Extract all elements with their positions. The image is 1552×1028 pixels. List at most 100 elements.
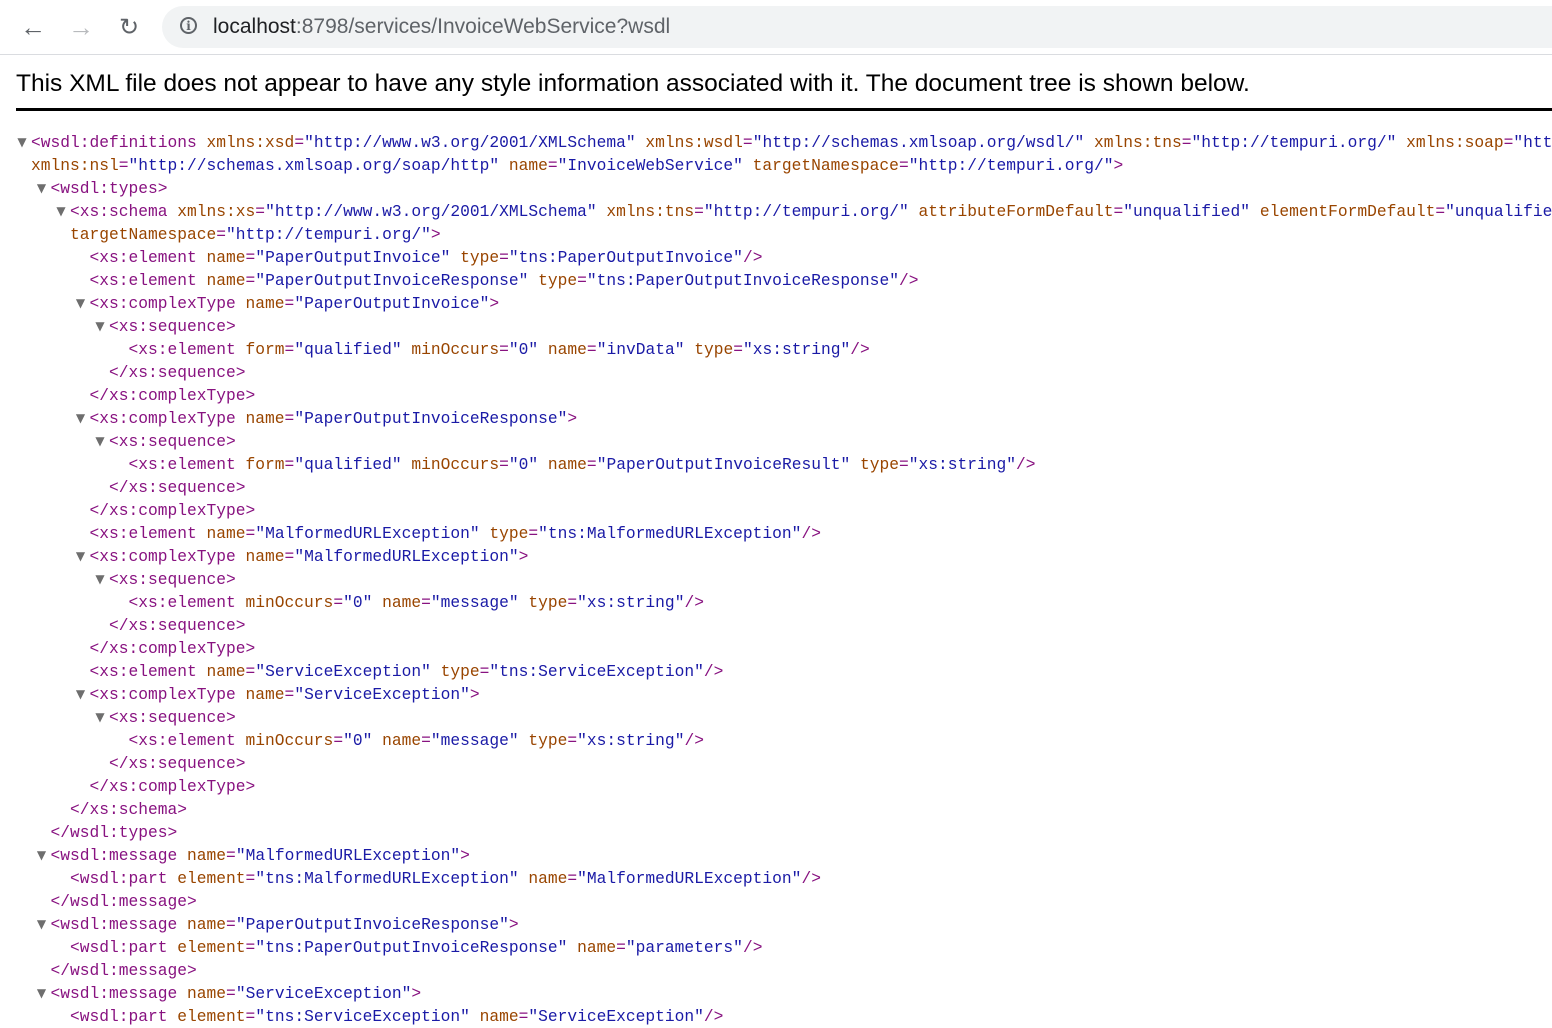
equals-sign: = [255, 202, 266, 221]
tag-end: /> [801, 524, 821, 543]
equals-sign: = [216, 225, 227, 244]
equals-sign: = [528, 524, 539, 543]
equals-sign: = [226, 915, 236, 934]
xml-style-notice: This XML file does not appear to have an… [16, 70, 1250, 97]
attribute-name: minOccurs [235, 593, 334, 612]
attribute-value: "qualified" [294, 340, 402, 359]
attribute-value: "ServiceException" [528, 1007, 704, 1026]
equals-sign: = [245, 248, 256, 267]
collapse-triangle-icon[interactable]: ▼ [93, 430, 107, 453]
collapse-triangle-icon[interactable]: ▼ [74, 292, 88, 315]
attribute-value: "xs:string" [577, 731, 685, 750]
attribute-value: "tns:ServiceException" [489, 662, 704, 681]
attribute-name: targetNamespace [742, 156, 899, 175]
collapse-triangle-icon[interactable]: ▼ [54, 200, 68, 223]
attribute-value: "0" [508, 455, 539, 474]
tag-name: <xs:complexType [89, 547, 236, 566]
collapse-triangle-icon[interactable]: ▼ [15, 131, 29, 154]
attribute-name: type [684, 340, 734, 359]
tag-name: <wsdl:types [50, 179, 158, 198]
info-icon[interactable]: i [180, 17, 197, 34]
equals-sign: = [333, 593, 344, 612]
collapse-triangle-icon[interactable]: ▼ [93, 568, 107, 591]
equals-sign: = [284, 685, 295, 704]
collapse-triangle-icon[interactable]: ▼ [35, 982, 49, 1005]
tag-end: /> [801, 869, 821, 888]
tag-end: /> [1016, 455, 1036, 474]
closing-tag: </xs:sequence> [109, 363, 246, 382]
equals-sign: = [245, 869, 256, 888]
equals-sign: = [245, 524, 256, 543]
equals-sign: = [1113, 202, 1124, 221]
closing-tag: </xs:sequence> [109, 478, 246, 497]
tag-name: <wsdl:message [50, 915, 178, 934]
collapse-triangle-icon[interactable]: ▼ [74, 407, 88, 430]
xml-element-line: <xs:element name="MalformedURLException"… [0, 522, 1552, 545]
attribute-value: "tns:PaperOutputInvoice" [508, 248, 743, 267]
tag-name: <wsdl:message [50, 846, 178, 865]
attribute-value: "tns:PaperOutputInvoiceResponse" [586, 271, 899, 290]
tag-name: <xs:element [89, 524, 197, 543]
tag-end: /> [684, 731, 704, 750]
url-text[interactable]: localhost:8798/services/InvoiceWebServic… [213, 15, 670, 39]
tag-name: <xs:complexType [89, 294, 236, 313]
attribute-name: minOccurs [235, 731, 334, 750]
attribute-value: "http://tempuri.org/" [1191, 133, 1397, 152]
equals-sign: = [499, 340, 509, 359]
equals-sign: = [284, 340, 295, 359]
attribute-name: type [850, 455, 899, 474]
attribute-value: "tns:PaperOutputInvoiceResponse" [255, 938, 568, 957]
collapse-triangle-icon[interactable]: ▼ [93, 706, 107, 729]
attribute-value: "http://www.w3.org/2001/XMLSchema" [265, 202, 597, 221]
tag-name: <xs:sequence [109, 432, 227, 451]
tag-end: > [469, 685, 480, 704]
xml-tag-continuation: xmlns:nsl="http://schemas.xmlsoap.org/so… [0, 154, 1552, 177]
attribute-name: xmlns:tns [1084, 133, 1182, 152]
xml-element-line: ▼ <wsdl:message name="ServiceException"> [0, 982, 1552, 1005]
collapse-triangle-icon[interactable]: ▼ [74, 683, 88, 706]
equals-sign: = [226, 846, 236, 865]
equals-sign: = [479, 662, 490, 681]
reload-button[interactable]: ↻ [112, 10, 146, 44]
forward-button[interactable]: → [64, 10, 98, 44]
attribute-name: name [235, 409, 285, 428]
attribute-value: "invData" [596, 340, 685, 359]
tag-end: > [1113, 156, 1124, 175]
attribute-value: "unqualified" [1123, 202, 1251, 221]
attribute-name: minOccurs [401, 455, 500, 474]
attribute-value: "PaperOutputInvoice" [294, 294, 490, 313]
collapse-triangle-icon[interactable]: ▼ [35, 844, 49, 867]
back-button[interactable]: ← [16, 10, 50, 44]
tag-name: <wsdl:part [70, 1007, 168, 1026]
xml-element-line: ▼ <xs:sequence> [0, 315, 1552, 338]
xml-element-line: ▼ <wsdl:message name="PaperOutputInvoiceR… [0, 913, 1552, 936]
attribute-name: element [167, 938, 246, 957]
attribute-name: targetNamespace [70, 225, 217, 244]
attribute-name: name [177, 984, 227, 1003]
equals-sign: = [1435, 202, 1446, 221]
attribute-name: name [372, 593, 422, 612]
attribute-value: "ServiceException" [255, 662, 431, 681]
equals-sign: = [547, 156, 558, 175]
browser-toolbar: ← → ↻ i localhost:8798/services/InvoiceW… [0, 0, 1552, 55]
collapse-triangle-icon[interactable]: ▼ [74, 545, 88, 568]
attribute-value: "message" [430, 593, 519, 612]
collapse-triangle-icon[interactable]: ▼ [93, 315, 107, 338]
address-bar[interactable]: i localhost:8798/services/InvoiceWebServ… [162, 6, 1552, 48]
equals-sign: = [1503, 133, 1514, 152]
tag-end: > [226, 317, 236, 336]
arrow-left-icon: ← [20, 11, 46, 42]
closing-tag: </xs:complexType> [89, 386, 256, 405]
attribute-name: type [528, 271, 578, 290]
xml-element-line: <wsdl:part element="tns:PaperOutputInvoi… [0, 936, 1552, 959]
equals-sign: = [284, 409, 295, 428]
xml-close-tag: </xs:sequence> [0, 752, 1552, 775]
collapse-triangle-icon[interactable]: ▼ [35, 177, 49, 200]
xml-close-tag: </xs:sequence> [0, 614, 1552, 637]
attribute-value: "message" [430, 731, 519, 750]
collapse-triangle-icon[interactable]: ▼ [35, 913, 49, 936]
equals-sign: = [586, 455, 597, 474]
xml-element-line: <xs:element form="qualified" minOccurs="… [0, 338, 1552, 361]
equals-sign: = [567, 869, 578, 888]
attribute-name: name [235, 685, 285, 704]
